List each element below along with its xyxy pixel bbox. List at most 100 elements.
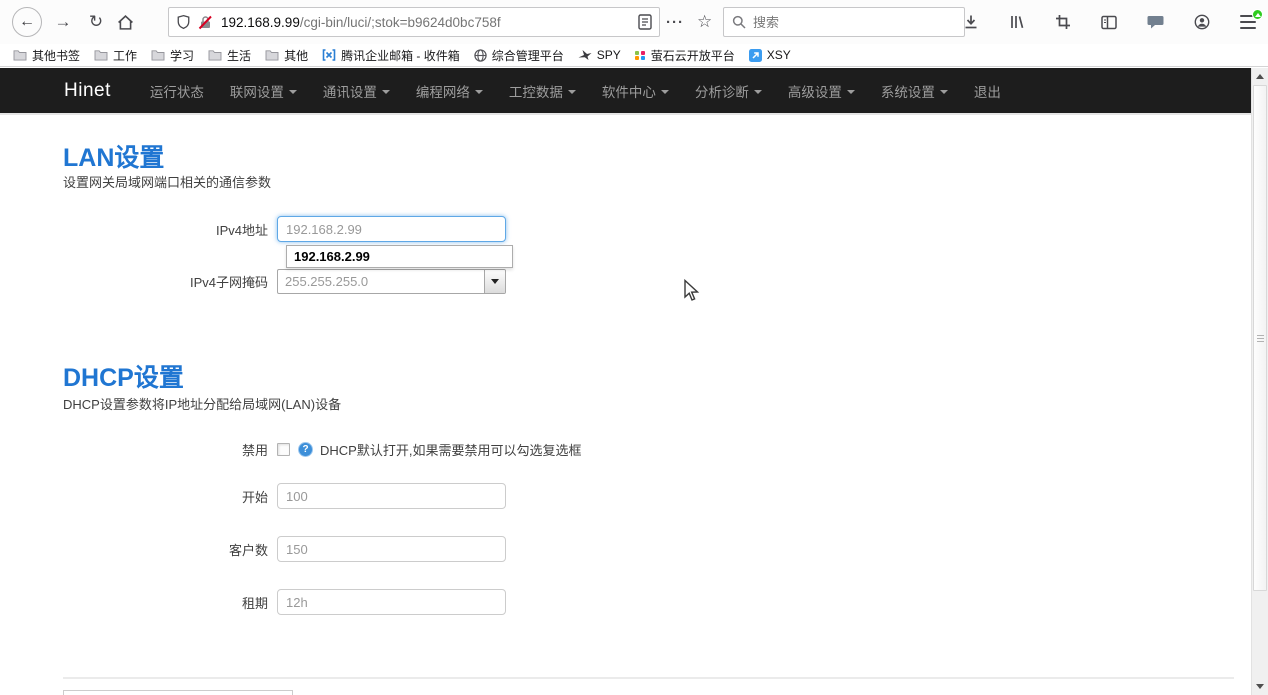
screenshot-icon[interactable]	[1055, 14, 1071, 30]
dhcp-start-label: 开始	[63, 487, 277, 506]
help-icon[interactable]	[298, 442, 313, 457]
nav-item-label: 系统设置	[881, 81, 935, 101]
nav-item-label: 退出	[974, 81, 1001, 101]
bookmark-label: XSY	[767, 48, 791, 62]
chat-icon[interactable]	[1147, 14, 1164, 30]
bookmark-mgmt-platform[interactable]: 综合管理平台	[467, 45, 571, 66]
nav-item-advanced-settings[interactable]: 高级设置	[775, 67, 868, 114]
nav-item-label: 高级设置	[788, 81, 842, 101]
menu-button[interactable]	[1240, 15, 1256, 29]
download-icon[interactable]	[963, 14, 979, 30]
partial-bottom-box	[63, 690, 293, 695]
search-icon	[732, 15, 746, 29]
page-scrollbar[interactable]	[1251, 68, 1268, 695]
reader-mode-icon[interactable]	[638, 14, 652, 30]
dhcp-limit-input[interactable]	[277, 536, 506, 562]
caret-down-icon	[382, 90, 390, 94]
bookmark-folder-other-bookmarks[interactable]: 其他书签	[6, 45, 87, 66]
nav-item-label: 工控数据	[509, 81, 563, 101]
home-button[interactable]	[117, 14, 141, 31]
insecure-lock-icon	[198, 15, 213, 30]
nav-item-system-settings[interactable]: 系统设置	[868, 67, 961, 114]
dhcp-lease-label: 租期	[63, 593, 277, 612]
bookmark-folder-life[interactable]: 生活	[201, 45, 258, 66]
nav-item-diagnostics[interactable]: 分析诊断	[682, 67, 775, 114]
nav-item-label: 运行状态	[150, 81, 204, 101]
ipv4-address-input[interactable]	[277, 216, 506, 242]
nav-item-label: 软件中心	[602, 81, 656, 101]
scrollbar-thumb[interactable]	[1253, 85, 1267, 591]
folder-icon	[13, 49, 27, 61]
folder-icon	[94, 49, 108, 61]
folder-icon	[265, 49, 279, 61]
dhcp-section-subtitle: DHCP设置参数将IP地址分配给局域网(LAN)设备	[63, 394, 341, 413]
nav-item-label: 分析诊断	[695, 81, 749, 101]
caret-down-icon	[568, 90, 576, 94]
dhcp-lease-input[interactable]	[277, 589, 506, 615]
bookmark-tencent-mail[interactable]: 腾讯企业邮箱 - 收件箱	[315, 45, 467, 66]
app-navbar: Hinet 运行状态 联网设置 通讯设置 编程网络 工控数据 软件中心 分析诊断…	[0, 68, 1268, 115]
bookmark-spy[interactable]: SPY	[571, 46, 628, 64]
home-icon	[117, 14, 134, 31]
forward-button[interactable]: →	[51, 12, 75, 32]
bookmark-label: 综合管理平台	[492, 47, 564, 64]
search-input[interactable]	[753, 15, 956, 30]
bookmark-xsy[interactable]: XSY	[742, 46, 798, 64]
section-divider	[63, 677, 1234, 679]
account-icon[interactable]	[1194, 14, 1210, 30]
ipv4-netmask-select[interactable]: 255.255.255.0	[277, 269, 506, 294]
nav-item-network-settings[interactable]: 联网设置	[217, 67, 310, 114]
brand-logo[interactable]: Hinet	[64, 80, 111, 102]
nav-item-comm-settings[interactable]: 通讯设置	[310, 67, 403, 114]
ezviz-icon	[635, 51, 646, 60]
shield-icon	[176, 14, 191, 30]
dhcp-lease-row: 租期	[63, 589, 506, 615]
ipv4-autocomplete-suggestion[interactable]: 192.168.2.99	[286, 245, 513, 268]
url-fade	[605, 9, 631, 35]
back-button[interactable]: ←	[12, 7, 42, 37]
scroll-down-icon[interactable]	[1252, 679, 1268, 694]
spy-icon	[578, 49, 592, 61]
search-box[interactable]	[723, 7, 965, 37]
nav-item-status[interactable]: 运行状态	[137, 67, 217, 114]
folder-icon	[151, 49, 165, 61]
bookmark-folder-work[interactable]: 工作	[87, 45, 144, 66]
caret-down-icon	[940, 90, 948, 94]
bookmark-label: 学习	[170, 47, 194, 64]
dhcp-start-input[interactable]	[277, 483, 506, 509]
tencent-mail-icon	[322, 49, 336, 61]
bookmark-label: 萤石云开放平台	[651, 47, 735, 64]
caret-down-icon	[847, 90, 855, 94]
nav-item-industrial-data[interactable]: 工控数据	[496, 67, 589, 114]
bookmark-ezviz[interactable]: 萤石云开放平台	[628, 45, 742, 66]
dhcp-limit-row: 客户数	[63, 536, 506, 562]
folder-icon	[208, 49, 222, 61]
nav-item-software-center[interactable]: 软件中心	[589, 67, 682, 114]
lan-section-title: LAN设置	[63, 138, 164, 174]
browser-window: ← → ↻ 192.168.9.99/cgi-bin/luci/;stok=b9…	[0, 0, 1268, 695]
library-icon[interactable]	[1009, 14, 1025, 30]
bookmark-folder-misc[interactable]: 其他	[258, 45, 315, 66]
dhcp-disable-hint: DHCP默认打开,如果需要禁用可以勾选复选框	[320, 440, 581, 459]
scroll-up-icon[interactable]	[1252, 69, 1268, 84]
bookmark-label: 其他书签	[32, 47, 80, 64]
nav-item-label: 联网设置	[230, 81, 284, 101]
sidebar-icon[interactable]	[1101, 15, 1117, 30]
select-dropdown-button[interactable]	[484, 270, 505, 293]
update-badge-icon	[1252, 9, 1263, 20]
url-bar[interactable]: 192.168.9.99/cgi-bin/luci/;stok=b9624d0b…	[168, 7, 660, 37]
bookmark-folder-study[interactable]: 学习	[144, 45, 201, 66]
bookmark-label: 腾讯企业邮箱 - 收件箱	[341, 47, 460, 64]
nav-item-programming-network[interactable]: 编程网络	[403, 67, 496, 114]
nav-item-logout[interactable]: 退出	[961, 67, 1014, 114]
scrollbar-grip-icon	[1257, 335, 1264, 344]
mouse-cursor	[683, 279, 700, 302]
dhcp-limit-label: 客户数	[63, 540, 277, 559]
reload-button[interactable]: ↻	[84, 12, 108, 32]
page-actions-icon[interactable]: ···	[666, 14, 684, 31]
bookmark-star-icon[interactable]: ☆	[697, 12, 712, 32]
dhcp-disable-checkbox[interactable]	[277, 443, 290, 456]
ipv4-address-label: IPv4地址	[63, 220, 277, 239]
bookmark-label: 生活	[227, 47, 251, 64]
nav-item-label: 编程网络	[416, 81, 470, 101]
